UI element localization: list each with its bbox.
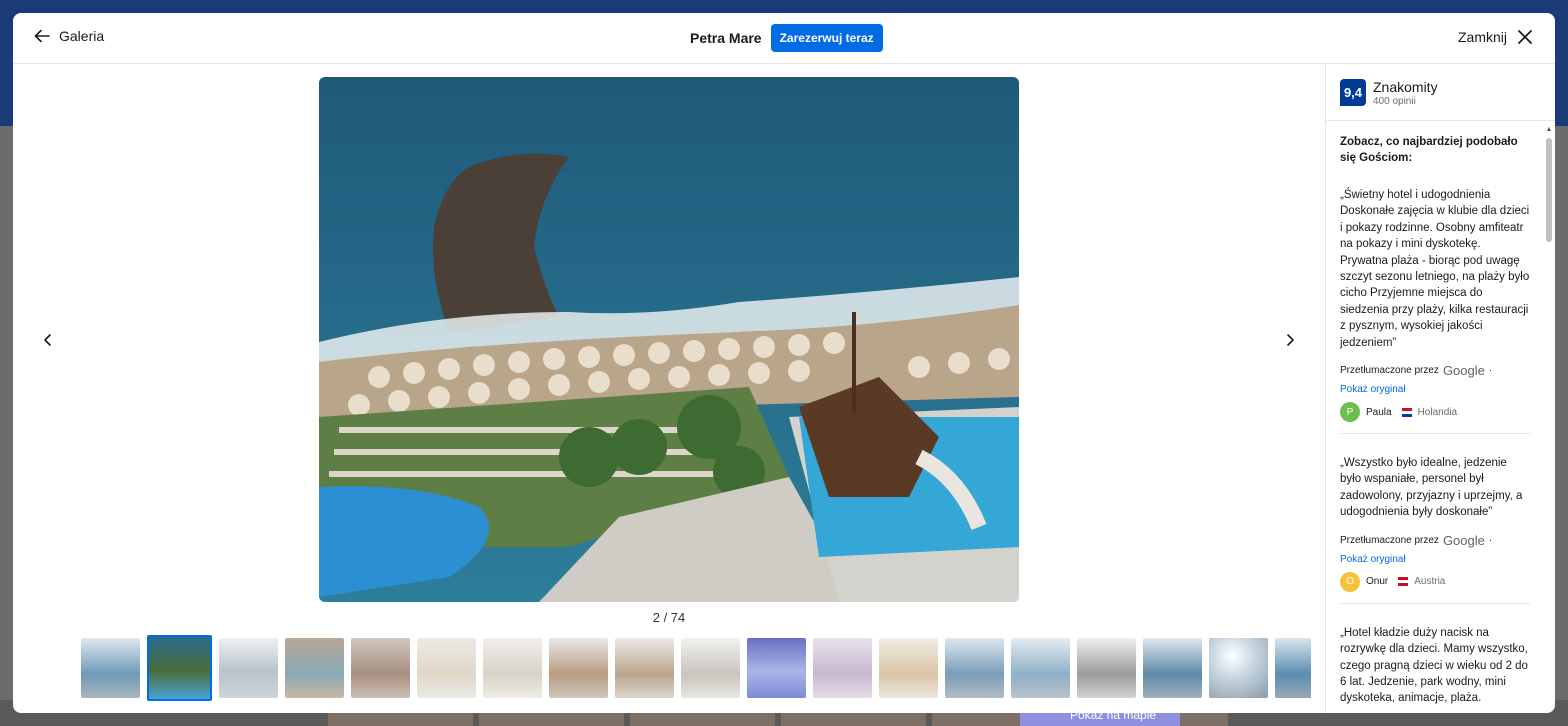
google-logo: Google <box>1442 363 1485 379</box>
austria-flag-icon <box>1398 577 1409 587</box>
gallery-modal: Galeria Petra Mare Zarezerwuj teraz Zamk… <box>13 13 1555 713</box>
photo-counter: 2 / 74 <box>652 610 686 625</box>
thumbnail[interactable] <box>1209 638 1268 698</box>
thumbnail[interactable] <box>615 638 674 698</box>
thumbnail[interactable] <box>1275 638 1311 698</box>
review-author: O Onur Austria <box>1340 571 1530 592</box>
review-count: 400 opinii <box>1373 96 1416 107</box>
close-label: Zamknij <box>1457 29 1507 45</box>
review-quote: „Wszystko było idealne, jedzenie było ws… <box>1340 457 1523 519</box>
close-button[interactable]: Zamknij <box>1458 29 1533 45</box>
main-photo <box>319 77 1019 602</box>
netherlands-flag-icon <box>1401 407 1412 417</box>
thumbnail[interactable] <box>219 638 278 698</box>
hotel-name: Petra Mare <box>690 30 762 46</box>
review-quote: „Świetny hotel i udogodnienia Doskonałe … <box>1340 189 1530 349</box>
author-name: Onur <box>1366 576 1389 588</box>
thumbnail[interactable] <box>945 638 1004 698</box>
thumbnail-active[interactable] <box>147 635 212 701</box>
review-item: „Hotel kładzie duży nacisk na rozrywkę d… <box>1340 625 1530 713</box>
chevron-right-icon <box>1287 334 1294 346</box>
review-quote: „Hotel kładzie duży nacisk na rozrywkę d… <box>1340 626 1528 705</box>
google-logo: Google <box>1442 532 1485 548</box>
previous-photo-button[interactable] <box>36 328 60 352</box>
scrollbar-thumb[interactable] <box>1546 138 1552 242</box>
info-dot-icon: · <box>1488 365 1493 377</box>
author-country: Holandia <box>1417 406 1458 418</box>
avatar: P <box>1340 402 1360 423</box>
back-to-gallery-button[interactable]: Galeria <box>33 27 104 45</box>
thumbnail[interactable] <box>483 638 542 698</box>
rating-header: 9,4 Znakomity 400 opinii <box>1326 64 1555 121</box>
thumbnail-strip <box>81 635 1311 701</box>
thumbnail[interactable] <box>879 638 938 698</box>
author-name: Paula <box>1366 406 1392 418</box>
reviews-scroll-area[interactable]: Zobacz, co najbardziej podobało się Gośc… <box>1326 122 1542 713</box>
close-icon <box>1518 30 1532 44</box>
translated-by-label: Przetłumaczone przez <box>1340 534 1439 546</box>
review-score-label: Znakomity <box>1373 79 1438 95</box>
show-original-link[interactable]: Pokaż oryginał <box>1340 384 1530 395</box>
thumbnail[interactable] <box>813 638 872 698</box>
thumbnail[interactable] <box>1143 638 1202 698</box>
thumbnail[interactable] <box>747 638 806 698</box>
thumbnail[interactable] <box>81 638 140 698</box>
reserve-now-button[interactable]: Zarezerwuj teraz <box>770 24 883 52</box>
info-dot-icon: · <box>1488 534 1493 546</box>
translated-by-label: Przetłumaczone przez <box>1340 365 1439 377</box>
thumbnail[interactable] <box>1077 638 1136 698</box>
modal-topbar: Galeria Petra Mare Zarezerwuj teraz Zamk… <box>13 13 1555 64</box>
translation-note: Przetłumaczone przez Google · <box>1340 533 1530 548</box>
next-photo-button[interactable] <box>1278 328 1302 352</box>
review-item: „Świetny hotel i udogodnienia Doskonałe … <box>1340 187 1530 435</box>
scroll-up-icon[interactable]: ▲ <box>1545 126 1553 134</box>
reviews-panel: 9,4 Znakomity 400 opinii Zobacz, co najb… <box>1325 64 1555 713</box>
back-label: Galeria <box>59 28 105 44</box>
author-country: Austria <box>1414 576 1446 588</box>
thumbnail[interactable] <box>549 638 608 698</box>
reviews-scrollbar[interactable]: ▲ <box>1545 126 1553 713</box>
thumbnail[interactable] <box>417 638 476 698</box>
review-author: P Paula Holandia <box>1340 402 1530 423</box>
reviews-intro: Zobacz, co najbardziej podobało się Gośc… <box>1340 136 1518 164</box>
thumbnail[interactable] <box>285 638 344 698</box>
review-score-badge: 9,4 <box>1340 79 1366 106</box>
avatar: O <box>1340 571 1360 592</box>
title-group: Petra Mare Zarezerwuj teraz <box>690 24 883 52</box>
arrow-left-icon <box>34 29 50 43</box>
review-item: „Wszystko było idealne, jedzenie było ws… <box>1340 455 1530 604</box>
thumbnail[interactable] <box>1011 638 1070 698</box>
show-original-link[interactable]: Pokaż oryginał <box>1340 554 1530 565</box>
thumbnail[interactable] <box>681 638 740 698</box>
translation-note: Przetłumaczone przez Google · <box>1340 363 1530 378</box>
thumbnail[interactable] <box>351 638 410 698</box>
chevron-left-icon <box>44 334 51 346</box>
